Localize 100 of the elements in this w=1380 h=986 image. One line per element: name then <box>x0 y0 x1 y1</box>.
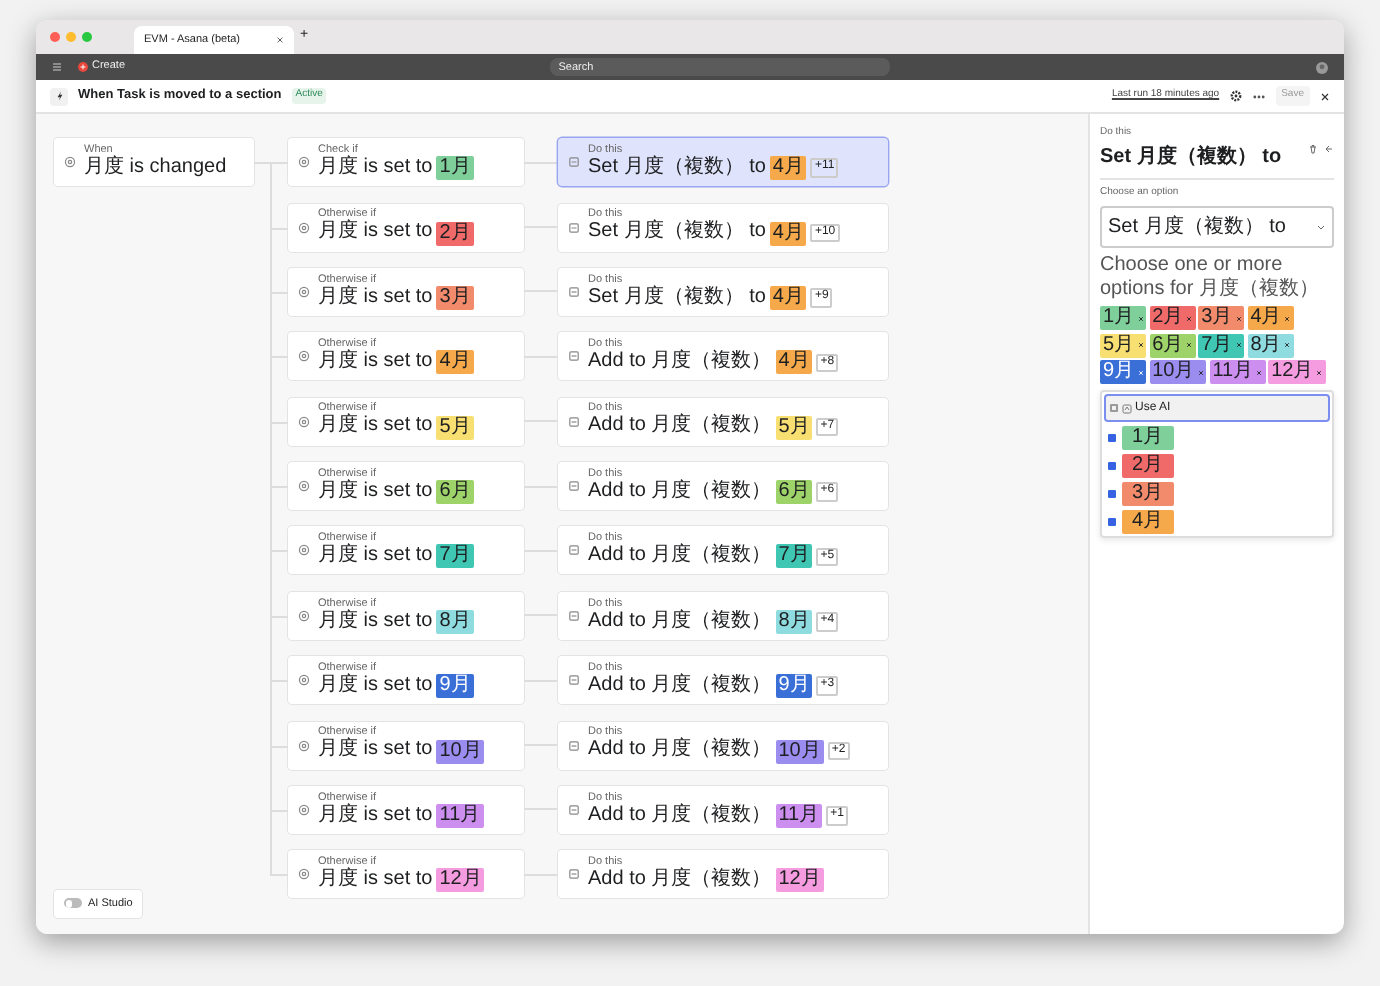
node-text: 月度 is set to <box>318 803 433 829</box>
node-text: 月度 is set to <box>318 155 433 181</box>
delete-icon[interactable] <box>1308 143 1318 154</box>
option-tag[interactable]: 1月 <box>1122 426 1174 450</box>
remove-icon[interactable] <box>1235 342 1242 348</box>
option-tag[interactable]: 3月 <box>1122 482 1174 506</box>
node-text: 月度 is set to <box>318 220 433 246</box>
month-tag: 10月 <box>436 739 485 764</box>
option-tag[interactable]: 11月 <box>1209 360 1266 384</box>
avatar-icon[interactable] <box>1316 61 1329 73</box>
option-tag[interactable]: 8月 <box>1247 333 1294 357</box>
month-tag: 11月 <box>436 803 484 828</box>
month-tag: 1月 <box>436 156 474 181</box>
action-icon <box>568 415 580 428</box>
settings-icon[interactable] <box>1229 90 1242 102</box>
panel-title: Set 月度（複数） to <box>1100 142 1282 171</box>
checkbox[interactable] <box>1108 434 1116 442</box>
node-text: Add to 月度（複数） <box>588 479 772 505</box>
condition-icon <box>298 156 310 169</box>
month-tag: 4月 <box>769 221 807 246</box>
condition-icon <box>298 350 310 363</box>
node-text: 月度 is set to <box>318 738 433 764</box>
close-icon[interactable] <box>276 36 284 44</box>
remove-icon[interactable] <box>1137 315 1144 321</box>
node-text: Set 月度（複数） to <box>588 155 766 181</box>
option-tag[interactable]: 12月 <box>1268 360 1326 384</box>
action-icon <box>568 221 580 234</box>
action-icon <box>568 544 580 557</box>
close-icon[interactable] <box>1320 91 1330 101</box>
action-icon <box>568 156 580 169</box>
month-tag: 6月 <box>436 480 474 505</box>
month-tag: 9月 <box>775 674 813 699</box>
month-tag: 4月 <box>775 350 813 375</box>
action-icon <box>568 609 580 622</box>
option-tag[interactable]: 9月 <box>1100 360 1147 384</box>
action-icon <box>568 739 580 752</box>
node-text: Set 月度（複数） to <box>588 285 766 311</box>
option-tag[interactable]: 1月 <box>1100 306 1147 330</box>
condition-icon <box>298 739 310 752</box>
ai-icon <box>1121 403 1131 413</box>
month-tag: 10月 <box>775 739 824 764</box>
plus-icon <box>78 62 88 72</box>
checkbox[interactable] <box>1109 404 1117 412</box>
condition-icon <box>298 221 310 234</box>
option-dropdown[interactable]: Set 月度（複数） to <box>1100 206 1334 248</box>
option-tag[interactable]: 7月 <box>1198 333 1245 357</box>
node-text: Add to 月度（複数） <box>588 803 772 829</box>
action-icon <box>568 803 580 816</box>
condition-icon <box>298 868 310 881</box>
remove-icon[interactable] <box>1284 315 1291 321</box>
month-tag: 2月 <box>436 221 474 246</box>
node-text: 月度 is set to <box>318 414 433 440</box>
option-tag[interactable]: 4月 <box>1122 510 1174 534</box>
action-icon <box>568 480 580 493</box>
node-text: Add to 月度（複数） <box>588 868 772 894</box>
node-text: 月度 is changed <box>84 155 227 181</box>
month-tag: 12月 <box>775 868 824 893</box>
month-tag: 5月 <box>775 415 813 440</box>
node-text: 月度 is set to <box>318 285 433 311</box>
option-tag[interactable]: 2月 <box>1149 306 1196 330</box>
remove-icon[interactable] <box>1197 369 1204 375</box>
month-tag: 11月 <box>775 803 823 828</box>
option-tag[interactable]: 5月 <box>1100 333 1147 357</box>
remove-icon[interactable] <box>1284 342 1291 348</box>
collapse-icon[interactable] <box>1324 143 1334 154</box>
option-tag[interactable]: 4月 <box>1247 306 1294 330</box>
node-text: Add to 月度（複数） <box>588 414 772 440</box>
remove-icon[interactable] <box>1186 342 1193 348</box>
action-icon <box>568 285 580 298</box>
remove-icon[interactable] <box>1137 342 1144 348</box>
month-tag: 8月 <box>775 609 813 634</box>
field-label: Choose one or more options for 月度（複数） <box>1100 254 1321 300</box>
option-tag[interactable]: 3月 <box>1198 306 1245 330</box>
action-icon <box>568 868 580 881</box>
month-tag: 3月 <box>436 285 474 310</box>
month-tag: 4月 <box>436 350 474 375</box>
remove-icon[interactable] <box>1256 369 1263 375</box>
remove-icon[interactable] <box>1235 315 1242 321</box>
checkbox[interactable] <box>1108 518 1116 526</box>
month-tag: 8月 <box>436 609 474 634</box>
menu-icon[interactable] <box>52 62 62 72</box>
month-tag: 7月 <box>775 544 813 569</box>
checkbox[interactable] <box>1108 490 1116 498</box>
remove-icon[interactable] <box>1186 315 1193 321</box>
checkbox[interactable] <box>1108 462 1116 470</box>
option-tag[interactable]: 6月 <box>1149 333 1196 357</box>
month-tag: 5月 <box>436 415 474 440</box>
condition-icon <box>298 609 310 622</box>
option-tag[interactable]: 10月 <box>1149 360 1207 384</box>
action-icon <box>568 674 580 687</box>
condition-icon <box>298 480 310 493</box>
node-text: 月度 is set to <box>318 673 433 699</box>
condition-icon <box>298 674 310 687</box>
node-text: 月度 is set to <box>318 868 433 894</box>
option-tag[interactable]: 2月 <box>1122 454 1174 478</box>
remove-icon[interactable] <box>1316 369 1323 375</box>
month-tag: 4月 <box>769 285 807 310</box>
node-text: Add to 月度（複数） <box>588 738 772 764</box>
month-tag: 6月 <box>775 480 813 505</box>
month-tag: 9月 <box>436 674 474 699</box>
